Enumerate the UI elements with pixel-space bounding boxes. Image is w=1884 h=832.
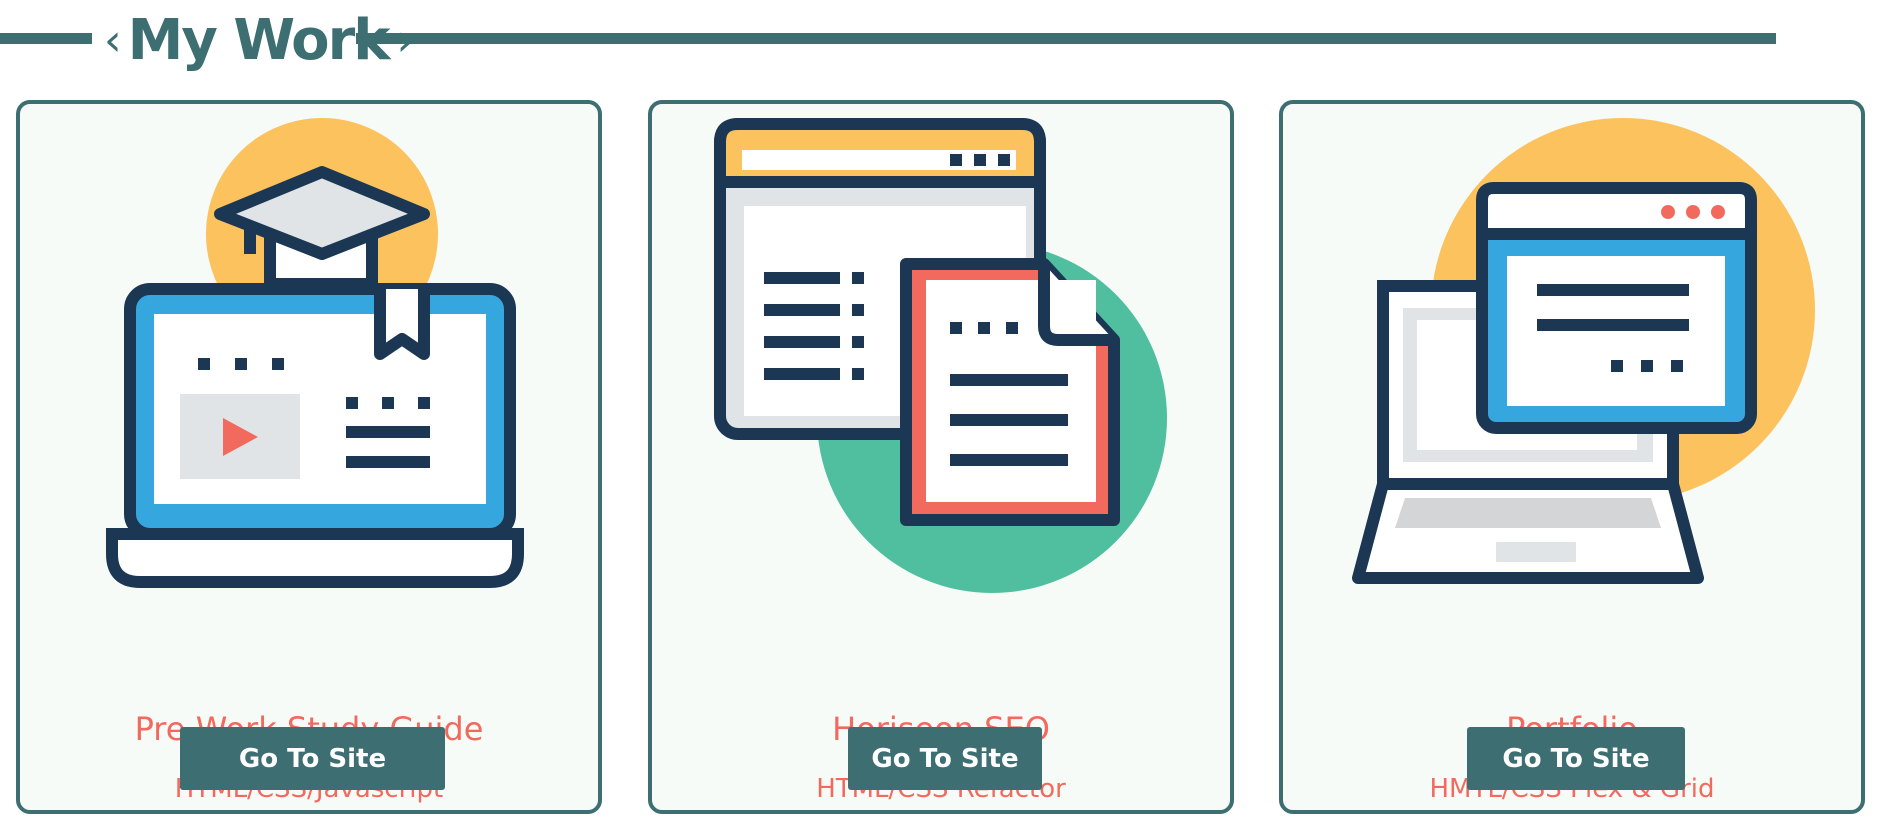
chevron-left-icon: ‹ <box>104 14 122 66</box>
header-rule-left <box>0 33 92 44</box>
project-card-horiseon-seo: Horiseon SEO HTML/CSS Refactor <box>648 100 1234 814</box>
project-card-portfolio: Portfolio HMTL/CSS Flex & Grid <box>1279 100 1865 814</box>
laptop-graduation-cap-icon <box>20 104 598 594</box>
project-card-study-guide: Pre-Work Study Guide HTML/CSS/Javascript <box>16 100 602 814</box>
section-header: ‹ My Work › <box>0 0 1884 80</box>
go-to-site-button-portfolio[interactable]: Go To Site <box>1467 727 1685 790</box>
header-rule-right <box>356 33 1776 44</box>
section-title-text: My Work <box>127 7 391 73</box>
browser-document-icon <box>652 104 1230 594</box>
laptop-browser-window-icon <box>1283 104 1861 594</box>
go-to-site-button-horiseon-seo[interactable]: Go To Site <box>848 727 1042 790</box>
go-to-site-button-study-guide[interactable]: Go To Site <box>180 727 445 790</box>
